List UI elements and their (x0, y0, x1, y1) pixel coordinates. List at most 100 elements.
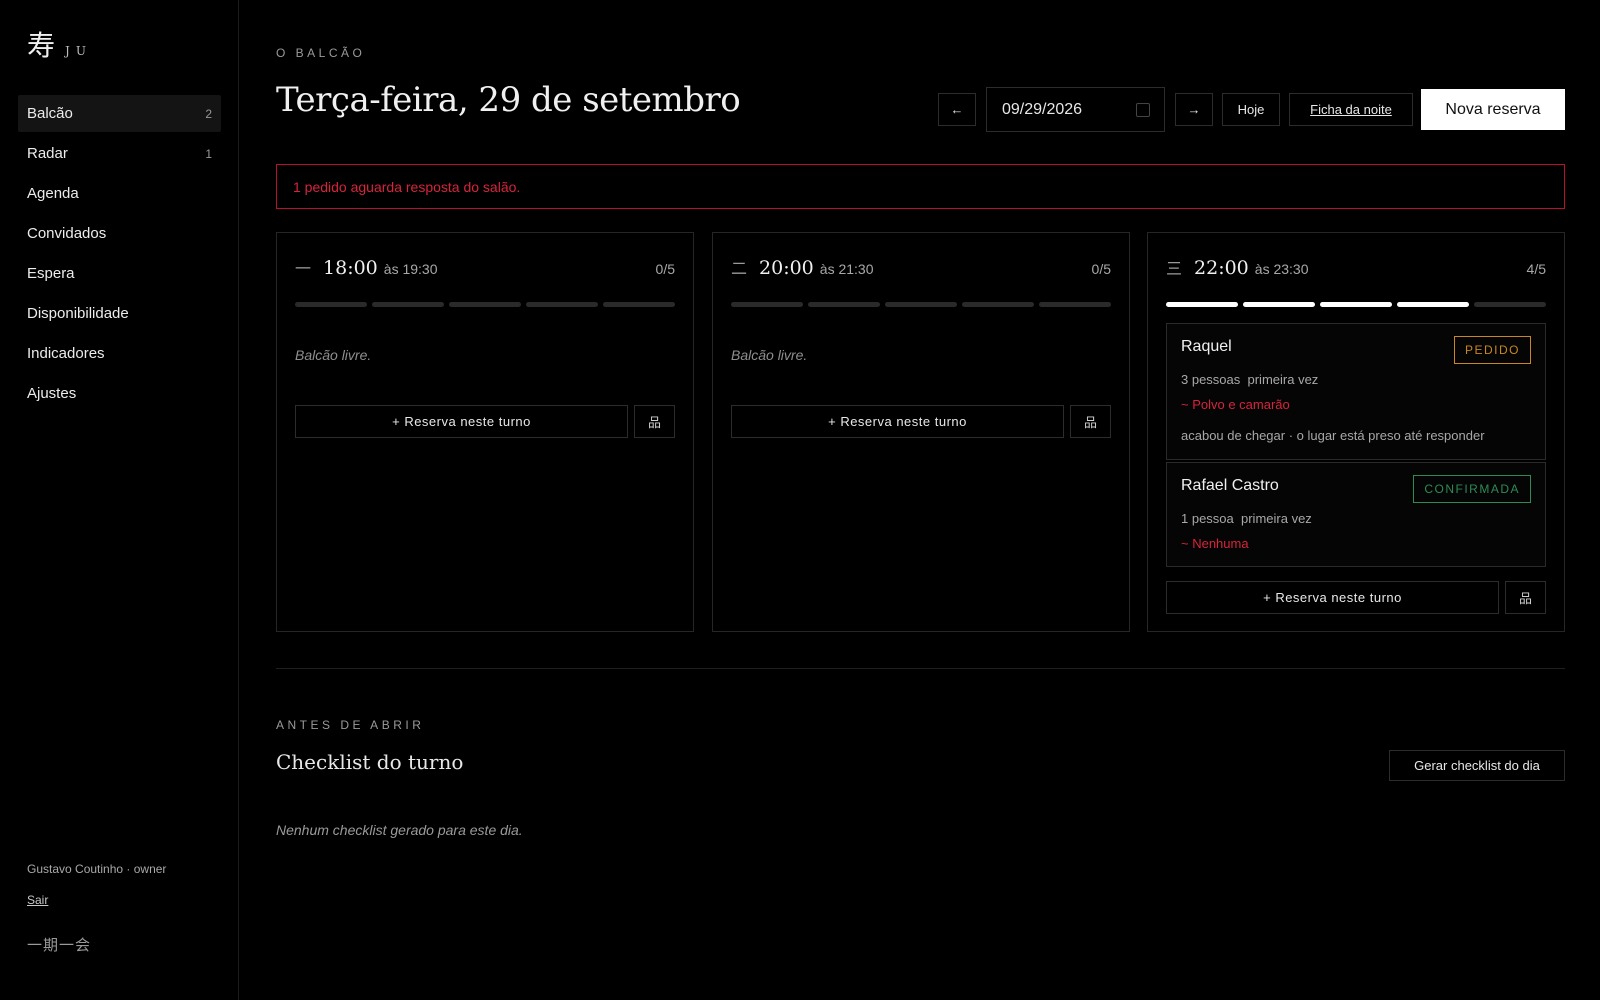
empty-turn-text: Balcão livre. (295, 347, 372, 363)
add-reservation-button[interactable]: + Reserva neste turno (731, 405, 1064, 438)
turn-header: 一 18:00 às 19:30 0/5 (295, 255, 675, 279)
seating-chart-button[interactable]: 品 (1070, 405, 1111, 438)
turn-number: 三 (1166, 259, 1183, 278)
sidebar-item-count: 2 (205, 106, 212, 121)
generate-checklist-button[interactable]: Gerar checklist do dia (1389, 750, 1565, 781)
turn-card: 三 22:00 às 23:30 4/5 Raquel PEDIDO 3 pes… (1147, 232, 1565, 632)
sidebar-item-label: Balcão (27, 105, 73, 122)
sidebar-item-label: Disponibilidade (27, 305, 129, 322)
capacity-bar (1166, 302, 1546, 307)
sidebar-item-label: Indicadores (27, 345, 105, 362)
next-day-button[interactable]: → (1175, 93, 1213, 126)
turn-number: 一 (295, 259, 312, 278)
add-reservation-button[interactable]: + Reserva neste turno (295, 405, 628, 438)
pending-alert[interactable]: 1 pedido aguarda resposta do salão. (276, 164, 1565, 209)
brand-glyph: 寿 (27, 29, 56, 62)
checklist-eyebrow: ANTES DE ABRIR (276, 718, 425, 732)
prev-day-button[interactable]: ← (938, 93, 976, 126)
sidebar-item-disponibilidade[interactable]: Disponibilidade (18, 295, 221, 332)
guest-name: Rafael Castro (1181, 477, 1279, 494)
party-size: 1 pessoa (1181, 511, 1234, 526)
capacity-segment (885, 302, 957, 307)
turn-time: 18:00 (323, 257, 378, 279)
sidebar: 寿 JU Balcão 2 Radar 1 Agenda Convidados … (0, 0, 239, 1000)
turn-end-time: às 19:30 (383, 261, 438, 277)
sidebar-item-count: 1 (205, 146, 212, 161)
sidebar-item-label: Ajustes (27, 385, 77, 402)
empty-turn-text: Balcão livre. (731, 347, 808, 363)
capacity-segment (526, 302, 598, 307)
brand-name: JU (65, 44, 92, 58)
guest-tag: primeira vez (1247, 372, 1319, 387)
guest-preference: ~ Polvo e camarão (1181, 397, 1290, 412)
checklist-title: Checklist do turno (276, 750, 464, 774)
seating-chart-button[interactable]: 品 (1505, 581, 1546, 614)
capacity-segment (962, 302, 1034, 307)
sidebar-item-convidados[interactable]: Convidados (18, 215, 221, 252)
capacity-bar (731, 302, 1111, 307)
sidebar-nav: Balcão 2 Radar 1 Agenda Convidados Esper… (18, 95, 221, 415)
sidebar-item-espera[interactable]: Espera (18, 255, 221, 292)
turn-time: 20:00 (759, 257, 814, 279)
sidebar-item-label: Espera (27, 265, 75, 282)
seating-chart-icon: 品 (1083, 415, 1097, 430)
sidebar-item-label: Radar (27, 145, 68, 162)
capacity-segment (731, 302, 803, 307)
guest-tag: primeira vez (1241, 511, 1312, 526)
capacity-segment (372, 302, 444, 307)
sidebar-item-indicadores[interactable]: Indicadores (18, 335, 221, 372)
sidebar-item-label: Convidados (27, 225, 107, 242)
sidebar-item-label: Agenda (27, 185, 79, 202)
sidebar-item-agenda[interactable]: Agenda (18, 175, 221, 212)
arrow-left-icon: ← (950, 102, 964, 117)
new-reservation-button[interactable]: Nova reserva (1421, 89, 1565, 130)
reservation-card[interactable]: Raquel PEDIDO 3 pessoas primeira vez ~ P… (1166, 323, 1546, 460)
reservation-card[interactable]: Rafael Castro CONFIRMADA 1 pessoa primei… (1166, 462, 1546, 567)
today-button[interactable]: Hoje (1222, 93, 1280, 126)
sidebar-item-ajustes[interactable]: Ajustes (18, 375, 221, 412)
calendar-icon[interactable] (1136, 103, 1150, 117)
turn-card: 二 20:00 às 21:30 0/5 Balcão livre. + Res… (712, 232, 1130, 632)
capacity-segment (603, 302, 675, 307)
seating-chart-icon: 品 (1518, 591, 1532, 606)
capacity-segment (449, 302, 521, 307)
guest-preference: ~ Nenhuma (1181, 536, 1249, 551)
guest-name: Raquel (1181, 338, 1232, 355)
brand-logo[interactable]: 寿 JU (27, 24, 92, 64)
turn-header: 二 20:00 às 21:30 0/5 (731, 255, 1111, 279)
turn-end-time: às 23:30 (1254, 261, 1309, 277)
arrow-right-icon: → (1187, 102, 1201, 117)
date-input[interactable]: 09/29/2026 (986, 87, 1165, 132)
turn-header: 三 22:00 às 23:30 4/5 (1166, 255, 1546, 279)
status-badge: PEDIDO (1453, 336, 1531, 364)
seating-chart-icon: 品 (647, 415, 661, 430)
sidebar-item-radar[interactable]: Radar 1 (18, 135, 221, 172)
capacity-segment (1166, 302, 1238, 307)
add-reservation-button[interactable]: + Reserva neste turno (1166, 581, 1499, 614)
turn-card: 一 18:00 às 19:30 0/5 Balcão livre. + Res… (276, 232, 694, 632)
capacity-segment (1320, 302, 1392, 307)
checklist-empty-text: Nenhum checklist gerado para este dia. (276, 822, 523, 838)
party-size: 3 pessoas (1181, 372, 1241, 387)
capacity-segment (808, 302, 880, 307)
turn-capacity: 0/5 (1091, 261, 1111, 277)
night-sheet-link[interactable]: Ficha da noite (1289, 93, 1413, 126)
motto: 一期一会 (27, 936, 92, 954)
reservation-meta: 3 pessoas primeira vez (1181, 372, 1318, 387)
turn-capacity: 4/5 (1526, 261, 1546, 277)
capacity-bar (295, 302, 675, 307)
page-eyebrow: O BALCÃO (276, 46, 366, 60)
seating-chart-button[interactable]: 品 (634, 405, 675, 438)
reservation-meta: 1 pessoa primeira vez (1181, 511, 1312, 526)
reservation-note: acabou de chegar · o lugar está preso at… (1181, 428, 1485, 443)
section-divider (276, 668, 1565, 669)
date-value: 09/29/2026 (1002, 100, 1083, 118)
sidebar-item-balcao[interactable]: Balcão 2 (18, 95, 221, 132)
capacity-segment (1397, 302, 1469, 307)
page-title: Terça-feira, 29 de setembro (276, 80, 741, 120)
logout-link[interactable]: Sair (27, 893, 48, 907)
turn-time: 22:00 (1194, 257, 1249, 279)
capacity-segment (1039, 302, 1111, 307)
capacity-segment (1243, 302, 1315, 307)
status-badge: CONFIRMADA (1413, 475, 1531, 503)
